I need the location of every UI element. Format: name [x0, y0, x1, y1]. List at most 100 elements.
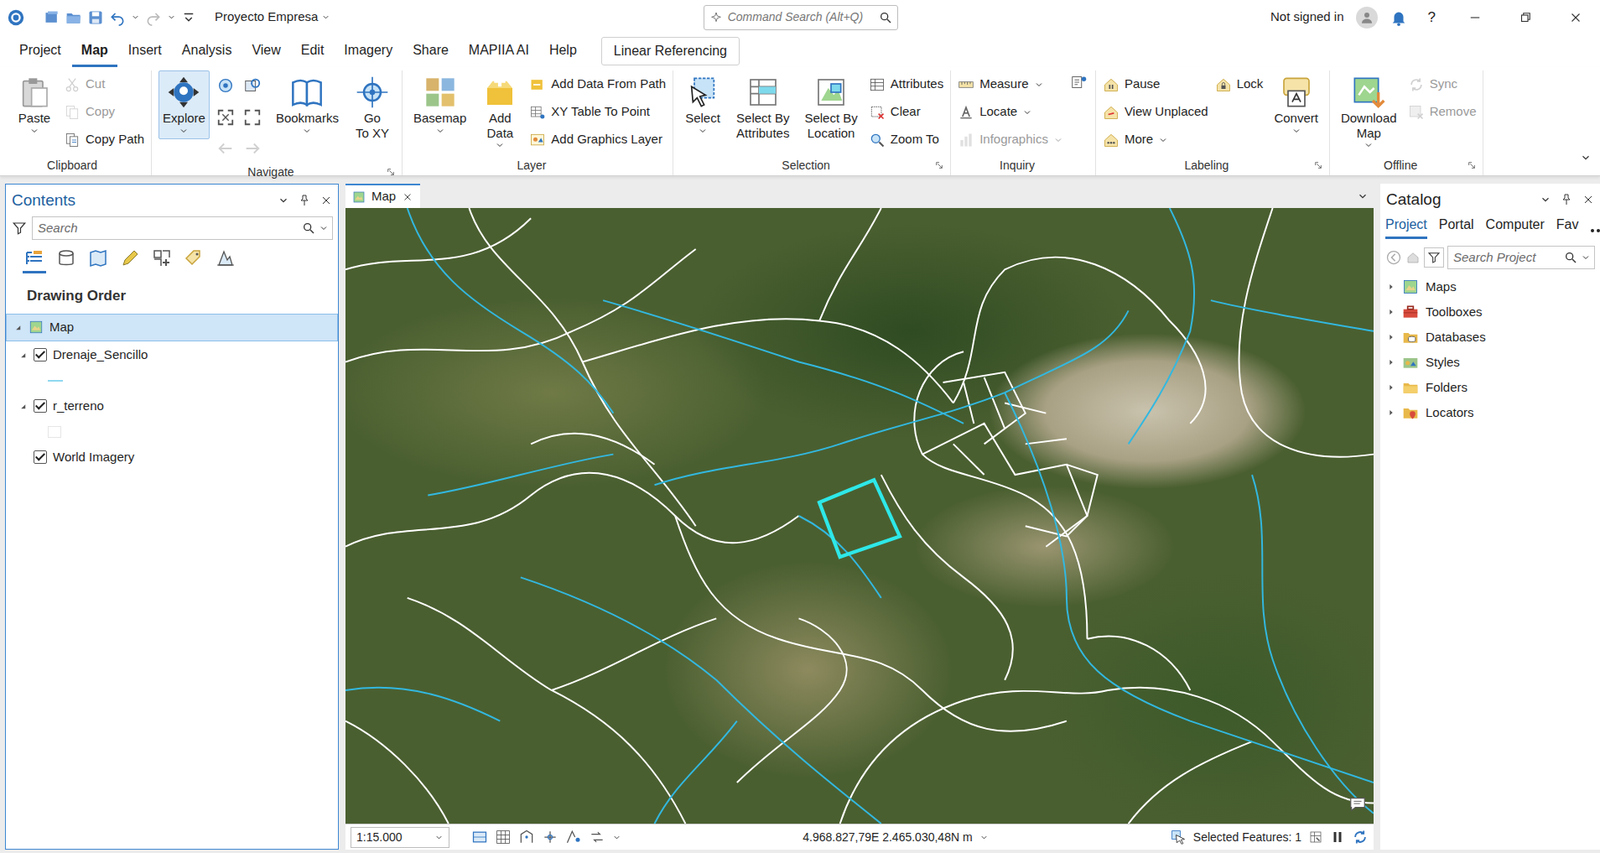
dropdown-chevron-icon[interactable] [1580, 252, 1591, 263]
minimize-icon[interactable] [1467, 10, 1483, 26]
collapse-triangle-icon[interactable] [18, 401, 28, 411]
close-icon[interactable] [401, 191, 414, 203]
open-folder-icon[interactable] [65, 9, 83, 26]
ribbon-button[interactable]: Explore [158, 70, 210, 140]
menu-tab[interactable]: Help [540, 35, 587, 68]
avatar[interactable] [1355, 6, 1378, 29]
ribbon-button[interactable]: Infographics [957, 125, 1064, 154]
contents-view-button[interactable] [118, 244, 142, 274]
pin-icon[interactable] [1559, 192, 1574, 207]
expand-toggle[interactable] [1387, 277, 1396, 297]
catalog-tab[interactable]: Computer [1485, 214, 1545, 239]
ribbon-icon-button[interactable] [216, 136, 239, 164]
new-project-icon[interactable] [43, 9, 61, 26]
dialog-launcher-icon[interactable] [935, 161, 944, 170]
ribbon-button[interactable]: Add Data From Path [529, 70, 666, 99]
contents-view-button[interactable] [86, 244, 110, 274]
menu-tab[interactable]: MAPIIA AI [459, 35, 539, 68]
more-tabs-icon[interactable] [1590, 228, 1600, 239]
ribbon-button[interactable]: Clear [868, 98, 944, 126]
ribbon-button[interactable]: Select [680, 70, 726, 140]
map-frame-icon[interactable] [471, 828, 489, 846]
close-icon[interactable] [319, 193, 333, 208]
ribbon-button[interactable]: View Unplaced [1102, 98, 1209, 126]
pin-icon[interactable] [297, 193, 312, 208]
pause-drawing-icon[interactable] [1329, 829, 1346, 845]
ribbon-button[interactable]: Zoom To [868, 125, 944, 154]
ribbon-button[interactable]: Bookmarks [271, 70, 343, 140]
grid-icon[interactable] [494, 828, 512, 846]
layer-row[interactable]: World Imagery [5, 443, 338, 472]
layer-row[interactable]: Drenaje_Sencillo [5, 341, 338, 369]
menu-tab[interactable]: Analysis [172, 35, 242, 68]
contents-search[interactable] [37, 218, 299, 239]
ribbon-button[interactable]: Convert [1269, 70, 1323, 140]
layer-row[interactable]: r_terreno [5, 392, 338, 421]
expand-toggle[interactable] [1387, 403, 1396, 423]
menu-tab[interactable]: Map [72, 35, 118, 68]
swap-icon[interactable] [588, 828, 606, 846]
catalog-tab[interactable]: Portal [1438, 214, 1475, 239]
ribbon-icon-button[interactable] [243, 136, 265, 164]
ribbon-button[interactable]: Pause [1102, 70, 1209, 99]
ribbon-button[interactable]: Copy Path [63, 125, 145, 154]
ribbon-button[interactable]: Go To XY [349, 70, 395, 144]
layer-row[interactable]: Map [5, 313, 338, 342]
close-icon[interactable] [1581, 192, 1595, 207]
menu-tab[interactable]: Edit [291, 35, 334, 68]
help-button[interactable]: ? [1419, 6, 1445, 29]
funnel-icon[interactable] [1427, 250, 1441, 265]
notification-bell-icon[interactable] [1389, 8, 1408, 27]
layer-checkbox[interactable] [33, 348, 47, 362]
command-search[interactable]: Command Search (Alt+Q) [703, 5, 899, 31]
correction-icon[interactable] [565, 828, 582, 846]
ribbon-button[interactable]: Select By Location [800, 70, 862, 144]
ribbon-button[interactable]: Measure [957, 70, 1064, 99]
ribbon-button[interactable]: Attributes [868, 70, 944, 99]
refresh-icon[interactable] [1351, 828, 1369, 846]
ribbon-button[interactable]: Copy [63, 98, 145, 126]
collapse-triangle-icon[interactable] [18, 350, 28, 360]
home-icon[interactable] [1405, 249, 1421, 265]
catalog-search[interactable] [1453, 248, 1561, 268]
chat-icon[interactable] [1348, 794, 1367, 814]
expand-toggle[interactable] [1387, 302, 1396, 323]
magnifier-icon[interactable] [301, 221, 316, 235]
catalog-item[interactable]: Maps [1380, 274, 1600, 300]
expand-toggle[interactable] [1387, 353, 1396, 373]
menu-tab[interactable]: Share [403, 35, 458, 68]
ribbon-icon-button[interactable] [243, 105, 265, 133]
close-icon[interactable] [1568, 10, 1584, 26]
contents-view-button[interactable] [181, 244, 206, 274]
account-status[interactable]: Not signed in [1270, 7, 1345, 27]
map-canvas[interactable] [345, 207, 1374, 824]
catalog-item[interactable]: Locators [1380, 400, 1600, 426]
catalog-item[interactable]: Toolboxes [1380, 299, 1600, 325]
menu-tab[interactable]: Insert [119, 35, 172, 68]
pane-menu-icon[interactable] [1539, 193, 1552, 206]
ribbon-icon-button[interactable] [216, 73, 239, 101]
ribbon-button[interactable]: Select By Attributes [732, 70, 794, 144]
menu-tab[interactable]: View [242, 35, 290, 68]
catalog-item[interactable]: Folders [1380, 374, 1600, 400]
catalog-item[interactable]: Databases [1380, 324, 1600, 350]
funnel-icon[interactable] [11, 220, 27, 236]
contextual-tab[interactable]: Linear Referencing [601, 36, 740, 66]
ribbon-button[interactable]: Cut [63, 70, 145, 99]
contents-view-button[interactable] [213, 244, 238, 274]
expand-toggle[interactable] [1387, 378, 1396, 398]
customize-toolbar-icon[interactable] [181, 10, 197, 26]
selection-icon[interactable] [1169, 828, 1187, 846]
ribbon-button[interactable]: Remove [1407, 98, 1477, 126]
pane-menu-icon[interactable] [277, 194, 290, 207]
dialog-launcher-icon[interactable] [1467, 161, 1476, 170]
selected-features[interactable]: Selected Features: 1 [1193, 828, 1302, 847]
snapping-icon[interactable] [518, 828, 536, 846]
ribbon-button[interactable]: Basemap [409, 70, 471, 140]
collapse-triangle-icon[interactable] [13, 322, 23, 333]
ribbon-button[interactable]: More [1102, 125, 1209, 154]
collapse-ribbon-icon[interactable] [1579, 151, 1592, 164]
constraint-icon[interactable] [541, 828, 559, 846]
map-tab[interactable]: Map [345, 183, 421, 208]
save-icon[interactable] [87, 9, 104, 26]
